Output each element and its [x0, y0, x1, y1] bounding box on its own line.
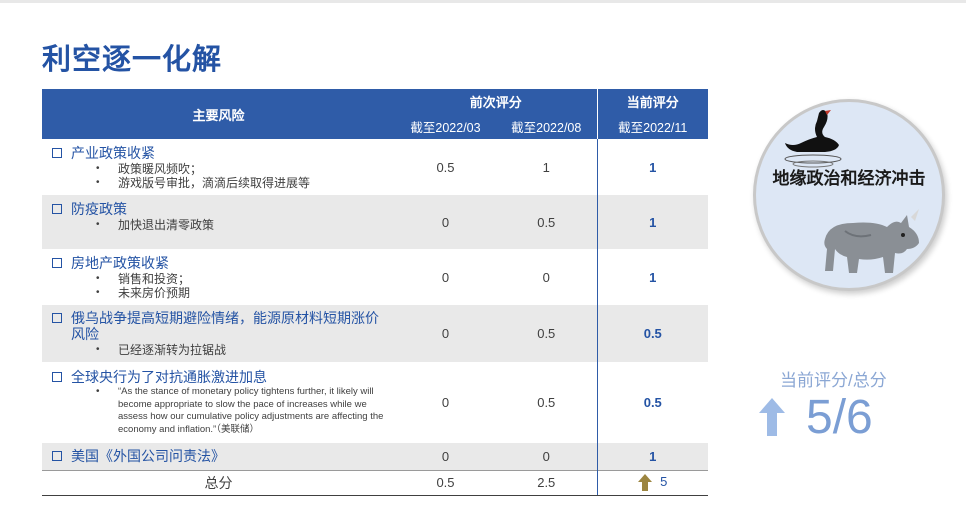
score-2211: 1	[596, 443, 709, 470]
checkbox-bullet-icon	[52, 313, 62, 323]
score-2208: 1	[496, 139, 598, 195]
score-2203: 0	[395, 362, 496, 443]
risk-detail: 销售和投资；	[96, 272, 395, 286]
score-2211: 0.5	[596, 305, 709, 362]
table-row: 俄乌战争提高短期避险情绪，能源原材料短期涨价风险 已经逐渐转为拉锯战 0 0.5…	[42, 305, 709, 362]
risk-detail: “As the stance of monetary policy tighte…	[96, 386, 395, 436]
risk-title: 美国《外国公司问责法》	[71, 448, 225, 465]
top-divider	[0, 0, 966, 3]
score-2203: 0	[395, 443, 496, 470]
black-swan-icon	[784, 110, 842, 168]
up-arrow-icon	[759, 398, 785, 436]
risk-detail: 政策暖风频吹；	[96, 162, 395, 176]
header-date-2203: 截至2022/03	[395, 113, 496, 139]
grey-rhino-icon	[824, 209, 919, 273]
risk-detail: 未来房价预期	[96, 286, 395, 300]
table-row: 全球央行为了对抗通胀激进加息 “As the stance of monetar…	[42, 362, 709, 443]
risk-title: 防疫政策	[71, 201, 127, 217]
header-main-risk: 主要风险	[42, 89, 395, 139]
score-2211: 1	[596, 195, 709, 249]
total-row: 总分 0.5 2.5 5	[42, 469, 709, 496]
total-label: 总分	[42, 469, 395, 496]
header-date-2208: 截至2022/08	[496, 113, 598, 139]
score-2211: 1	[596, 139, 709, 195]
score-2203: 0	[395, 305, 496, 362]
score-2203: 0	[395, 249, 496, 305]
page-title: 利空逐一化解	[42, 44, 223, 76]
score-2208: 0	[496, 443, 598, 470]
total-2208: 2.5	[496, 469, 598, 496]
score-2208: 0.5	[496, 362, 598, 443]
risk-detail: 游戏版号审批，滴滴后续取得进展等	[96, 176, 395, 190]
checkbox-bullet-icon	[52, 147, 62, 158]
checkbox-bullet-icon	[52, 204, 62, 214]
score-2208: 0	[496, 249, 598, 305]
score-2211: 1	[596, 249, 709, 305]
risk-score-table: 主要风险 前次评分 当前评分 截至2022/03 截至2022/08 截至202…	[42, 89, 709, 496]
header-prev-score: 前次评分	[395, 89, 598, 113]
circle-caption: 地缘政治和经济冲击	[772, 169, 926, 188]
score-2211: 0.5	[596, 362, 709, 443]
total-2211: 5	[660, 473, 668, 489]
checkbox-bullet-icon	[52, 257, 62, 268]
score-2203: 0.5	[395, 139, 496, 195]
score-2203: 0	[395, 195, 496, 249]
table-row: 美国《外国公司问责法》 0 0 1	[42, 443, 709, 470]
table-row: 产业政策收紧 政策暖风频吹； 游戏版号审批，滴滴后续取得进展等 0.5 1 1	[42, 139, 709, 195]
risk-title: 房地产政策收紧	[71, 254, 169, 271]
score-2208: 0.5	[496, 305, 598, 362]
score-label: 当前评分/总分	[780, 371, 887, 390]
risk-detail: 加快退出清零政策	[96, 218, 395, 232]
risk-title: 产业政策收紧	[71, 144, 155, 161]
up-arrow-icon	[638, 474, 653, 492]
risk-detail: 已经逐渐转为拉锯战	[96, 343, 395, 357]
risk-title: 俄乌战争提高短期避险情绪，能源原材料短期涨价风险	[71, 310, 379, 342]
risk-illustration-circle: 地缘政治和经济冲击	[753, 99, 945, 291]
total-2203: 0.5	[395, 469, 496, 496]
checkbox-bullet-icon	[52, 372, 62, 382]
risk-title: 全球央行为了对抗通胀激进加息	[71, 369, 267, 385]
table-row: 防疫政策 加快退出清零政策 0 0.5 1	[42, 195, 709, 249]
table-row: 房地产政策收紧 销售和投资； 未来房价预期 0 0 1	[42, 249, 709, 305]
score-value: 5/6	[806, 391, 873, 444]
score-2208: 0.5	[496, 195, 598, 249]
header-date-2211: 截至2022/11	[596, 113, 709, 139]
checkbox-bullet-icon	[52, 451, 62, 462]
header-curr-score: 当前评分	[596, 89, 709, 113]
